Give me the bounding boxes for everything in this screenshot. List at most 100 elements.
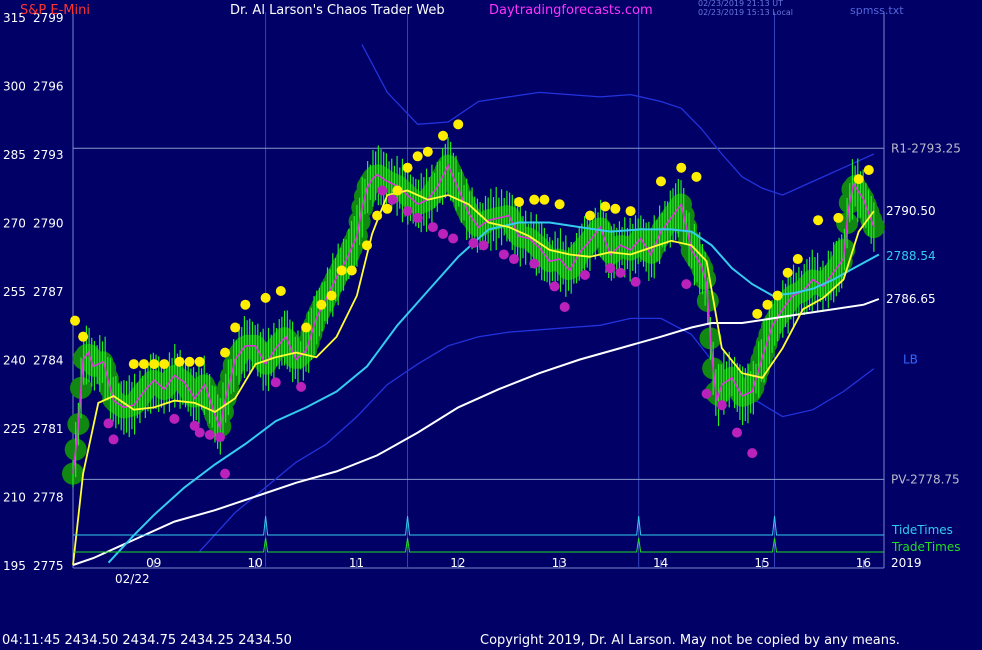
axis-price-label-8: 2775 — [33, 559, 64, 573]
low-dot — [270, 377, 281, 388]
low-dot — [498, 249, 509, 260]
axis-index-label-2: 285 — [3, 148, 26, 162]
high-dot — [372, 210, 383, 221]
high-dot — [792, 254, 803, 265]
high-dot — [585, 210, 596, 221]
timestamp-local: 02/23/2019 15:13 Local — [698, 8, 793, 17]
low-dot — [214, 432, 225, 443]
low-dot — [438, 228, 449, 239]
low-dot — [103, 418, 114, 429]
axis-price-label-6: 2781 — [33, 422, 64, 436]
high-dot — [539, 194, 550, 205]
low-dot — [220, 468, 231, 479]
high-dot — [752, 308, 763, 319]
high-dot — [772, 290, 783, 301]
high-dot — [275, 286, 286, 296]
low-dot — [478, 240, 489, 251]
data-file-label: spmss.txt — [850, 4, 904, 17]
high-dot — [301, 322, 312, 333]
high-dot — [600, 201, 611, 212]
low-dot — [108, 434, 119, 445]
high-dot — [655, 176, 666, 187]
value-label-3: LB — [903, 353, 918, 367]
low-dot — [579, 270, 590, 281]
high-dot — [316, 299, 327, 310]
axis-price-label-1: 2796 — [33, 80, 64, 94]
low-dot — [468, 238, 479, 249]
copyright-notice: Copyright 2019, Dr. Al Larson. May not b… — [480, 633, 900, 648]
high-dot — [184, 356, 195, 367]
axis-index-label-8: 195 — [3, 559, 26, 573]
axis-price-label-3: 2790 — [33, 217, 64, 231]
axis-index-label-6: 225 — [3, 422, 26, 436]
high-dot — [438, 130, 449, 141]
low-dot — [377, 185, 388, 196]
site-link[interactable]: Daytradingforecasts.com — [489, 3, 653, 18]
low-dot — [412, 212, 423, 223]
symbol-label: S&P E-Mini — [20, 3, 90, 18]
high-dot — [412, 151, 423, 162]
high-dot — [782, 267, 793, 278]
high-dot — [625, 206, 636, 217]
low-dot — [681, 279, 692, 290]
low-dot — [747, 448, 758, 459]
high-dot — [392, 185, 403, 196]
high-dot — [610, 203, 621, 214]
low-dot — [194, 427, 205, 438]
x-tick-label-1: 10 — [247, 556, 262, 570]
high-dot — [691, 171, 702, 182]
high-dot — [138, 359, 149, 370]
x-tick-label-0: 09 — [146, 556, 161, 570]
date-label: 02/22 — [115, 572, 150, 586]
x-tick-label-4: 13 — [552, 556, 567, 570]
high-dot — [346, 265, 357, 276]
high-dot — [149, 359, 160, 370]
low-dot — [402, 206, 413, 217]
axis-index-label-5: 240 — [3, 354, 26, 368]
high-dot — [230, 322, 241, 333]
level-label-0: R1-2793.25 — [891, 141, 961, 155]
high-dot — [422, 146, 433, 157]
tide-times-label: TideTimes — [891, 523, 953, 537]
low-dot — [387, 194, 398, 205]
value-label-2: 2786.65 — [886, 292, 936, 306]
high-dot — [220, 347, 231, 358]
chaos-trader-chart: R1-2793.25 PV-2778.75 TideTimes TradeTimes… — [0, 0, 982, 650]
quote-readout: 04:11:45 2434.50 2434.75 2434.25 2434.50 — [2, 633, 292, 648]
high-dot — [382, 203, 393, 214]
x-tick-label-2: 11 — [349, 556, 364, 570]
high-dot — [326, 290, 337, 301]
low-dot — [296, 381, 307, 392]
low-dot — [169, 413, 180, 424]
high-dot — [174, 356, 185, 367]
high-dot — [159, 359, 170, 370]
axis-price-label-7: 2778 — [33, 491, 64, 505]
low-dot — [701, 388, 712, 399]
axis-price-label-5: 2784 — [33, 354, 64, 368]
high-dot — [853, 174, 864, 185]
low-dot — [732, 427, 743, 438]
low-dot — [508, 254, 519, 265]
x-tick-label-5: 14 — [653, 556, 668, 570]
timestamp-ut: 02/23/2019 21:13 UT — [698, 0, 783, 8]
x-tick-label-6: 15 — [754, 556, 769, 570]
axis-index-label-3: 270 — [3, 217, 26, 231]
high-dot — [402, 162, 413, 173]
low-dot — [549, 281, 560, 292]
high-dot — [260, 292, 271, 303]
low-dot — [605, 263, 616, 274]
axis-price-label-2: 2793 — [33, 148, 64, 162]
high-dot — [762, 299, 773, 310]
high-dot — [70, 315, 81, 326]
high-dot — [78, 331, 89, 342]
high-dot — [240, 299, 251, 310]
high-dot — [863, 164, 874, 175]
value-label-1: 2788.54 — [886, 249, 936, 263]
low-dot — [630, 276, 641, 287]
low-dot — [559, 301, 570, 312]
x-tick-label-7: 16 — [856, 556, 871, 570]
high-dot — [529, 194, 540, 205]
chart-title: Dr. Al Larson's Chaos Trader Web — [230, 3, 445, 18]
axis-index-label-1: 300 — [3, 80, 26, 94]
high-dot — [453, 119, 464, 130]
